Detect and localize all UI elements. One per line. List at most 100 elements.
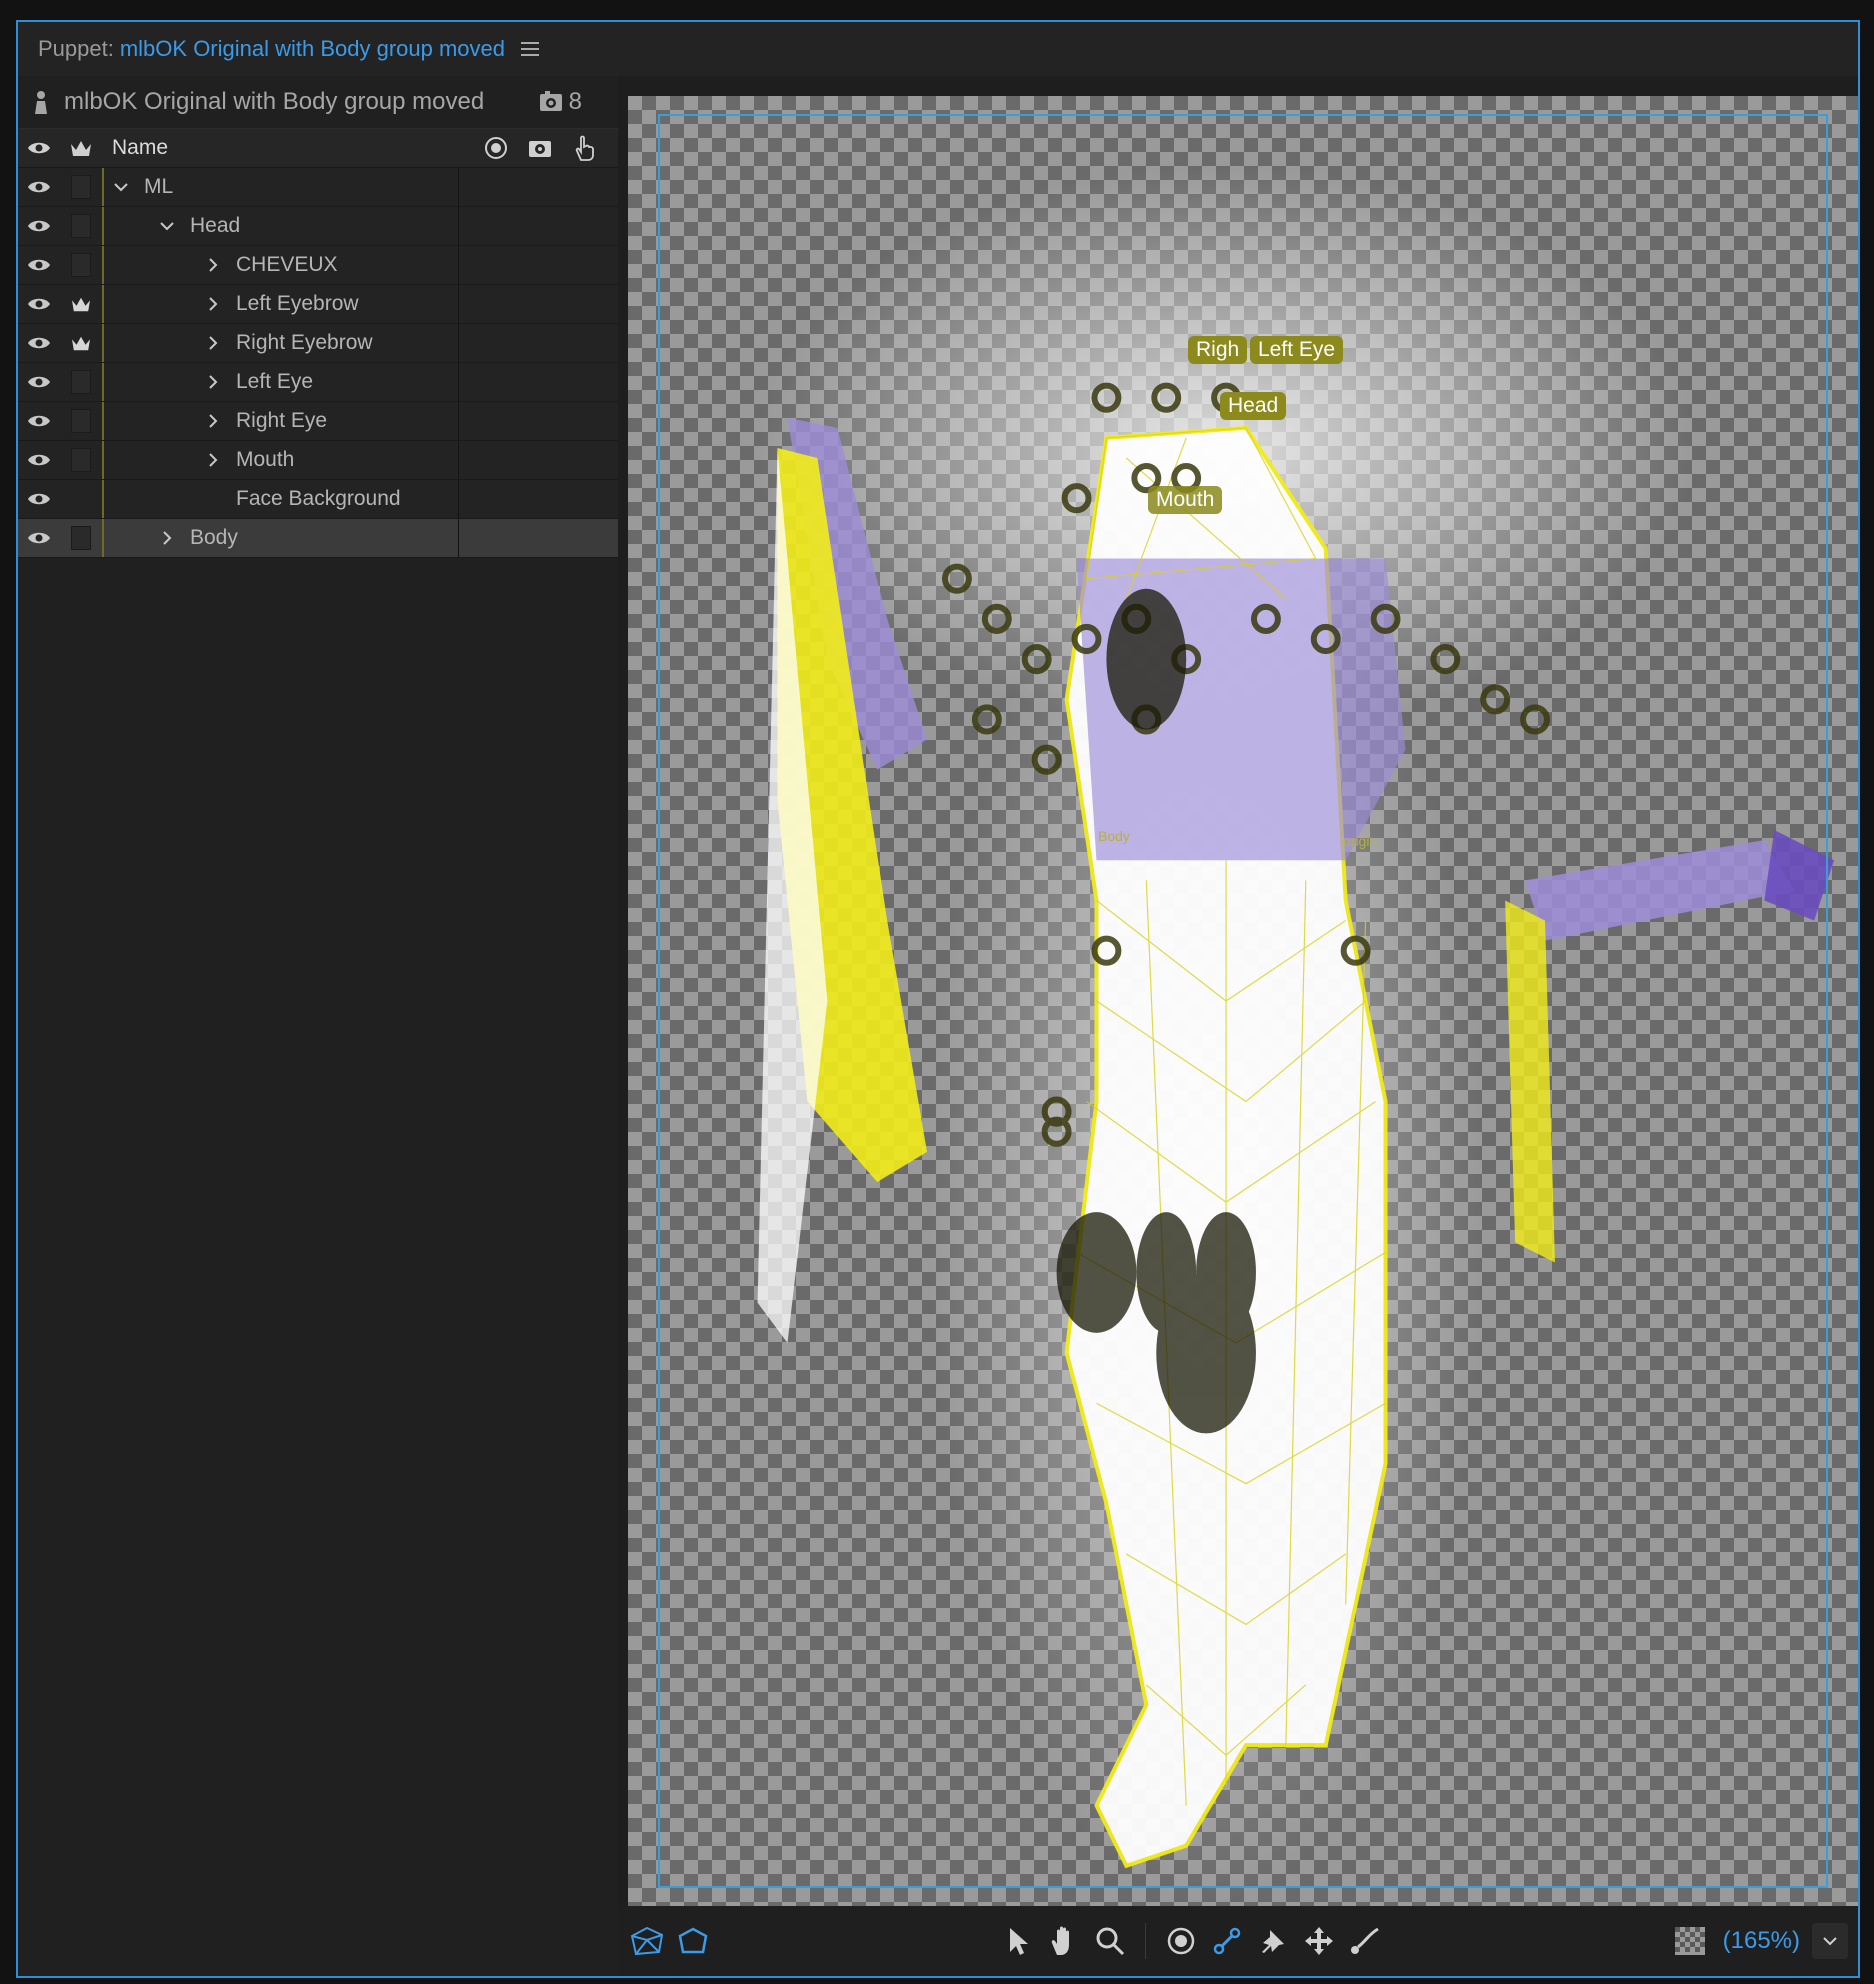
camera-input-icon[interactable]	[528, 137, 552, 159]
chevron-right-icon[interactable]	[206, 297, 220, 311]
layer-name-cell[interactable]: Left Eye	[102, 363, 458, 401]
chevron-right-icon[interactable]	[206, 414, 220, 428]
crown-icon	[71, 141, 91, 156]
arrow-cursor-icon	[1009, 1928, 1028, 1955]
scene-viewer: Righ Left Eye Head Mouth Body origin (16…	[618, 76, 1858, 1976]
zoom-dropdown[interactable]	[1812, 1923, 1848, 1959]
chevron-down-icon[interactable]	[114, 182, 128, 192]
select-tool[interactable]	[995, 1918, 1041, 1964]
puppet-canvas[interactable]: Righ Left Eye Head Mouth Body origin	[628, 96, 1858, 1906]
chevron-down-icon[interactable]	[160, 221, 174, 231]
hand-tool[interactable]	[1041, 1918, 1087, 1964]
layer-flags-cell[interactable]	[459, 363, 618, 401]
visibility-toggle[interactable]	[18, 413, 60, 429]
layer-label: Left Eyebrow	[236, 292, 359, 315]
layer-name-cell[interactable]: Right Eyebrow	[102, 324, 458, 362]
puppet-panel: Puppet: mlbOK Original with Body group m…	[16, 20, 1860, 1978]
pin-target-tool[interactable]	[1158, 1918, 1204, 1964]
visibility-toggle[interactable]	[18, 296, 60, 312]
chevron-right-icon[interactable]	[206, 453, 220, 467]
layer-flags-cell[interactable]	[459, 246, 618, 284]
layer-flags-cell[interactable]	[459, 324, 618, 362]
pushpin-icon	[1261, 1930, 1284, 1953]
layer-name-cell[interactable]: Right Eye	[102, 402, 458, 440]
eye-icon	[28, 337, 50, 349]
independent-toggle[interactable]	[60, 295, 102, 313]
layer-row[interactable]: Head	[18, 207, 618, 246]
crown-icon	[72, 336, 90, 351]
wireframe-mesh-icon	[630, 1926, 664, 1956]
eye-icon	[28, 298, 50, 310]
layer-flags-cell[interactable]	[459, 480, 618, 518]
layer-row[interactable]: Face Background	[18, 480, 618, 519]
crown-icon	[72, 297, 90, 312]
layer-row[interactable]: Left Eye	[18, 363, 618, 402]
layer-row[interactable]: Mouth	[18, 441, 618, 480]
independent-toggle[interactable]	[60, 253, 102, 277]
layer-name-cell[interactable]: Left Eyebrow	[102, 285, 458, 323]
panel-puppet-name[interactable]: mlbOK Original with Body group moved	[120, 36, 505, 62]
visibility-toggle[interactable]	[18, 218, 60, 234]
stick-tool[interactable]	[1204, 1918, 1250, 1964]
visibility-toggle[interactable]	[18, 530, 60, 546]
checkerboard-icon	[1674, 1927, 1705, 1955]
layer-row[interactable]: CHEVEUX	[18, 246, 618, 285]
layer-name-cell[interactable]: Mouth	[102, 441, 458, 479]
independent-toggle[interactable]	[60, 334, 102, 352]
independent-toggle[interactable]	[60, 409, 102, 433]
layer-flags-cell[interactable]	[459, 207, 618, 245]
chevron-right-icon[interactable]	[206, 258, 220, 272]
layer-label: Right Eye	[236, 409, 328, 432]
layer-flags-cell[interactable]	[459, 285, 618, 323]
independent-toggle[interactable]	[60, 448, 102, 472]
zoom-level[interactable]: (165%)	[1723, 1927, 1800, 1955]
zoom-tool[interactable]	[1087, 1918, 1133, 1964]
puppet-row[interactable]: mlbOK Original with Body group moved 8	[18, 76, 618, 128]
visibility-toggle[interactable]	[18, 179, 60, 195]
mesh-mode-tool[interactable]	[624, 1918, 670, 1964]
panel-menu-icon[interactable]	[521, 42, 540, 56]
layer-name-cell[interactable]: CHEVEUX	[102, 246, 458, 284]
transparency-grid-toggle[interactable]	[1667, 1918, 1713, 1964]
layer-flags-cell[interactable]	[459, 168, 618, 206]
layer-name-cell[interactable]: Head	[102, 207, 458, 245]
chevron-right-icon[interactable]	[206, 336, 220, 350]
pin-tool[interactable]	[1250, 1918, 1296, 1964]
layer-name-cell[interactable]: ML	[102, 168, 458, 206]
independent-column-icon[interactable]	[60, 138, 102, 158]
layer-flags-cell[interactable]	[459, 441, 618, 479]
layer-flags-cell[interactable]	[459, 402, 618, 440]
independent-toggle[interactable]	[60, 526, 102, 550]
visibility-toggle[interactable]	[18, 257, 60, 273]
record-target-icon[interactable]	[484, 136, 508, 160]
outline-mode-tool[interactable]	[670, 1918, 716, 1964]
puppet-figure-icon	[35, 91, 47, 114]
visibility-toggle[interactable]	[18, 452, 60, 468]
visibility-toggle[interactable]	[18, 491, 60, 507]
independent-toggle[interactable]	[60, 214, 102, 238]
layer-flags-cell[interactable]	[459, 519, 618, 557]
chevron-right-icon[interactable]	[160, 531, 174, 545]
chevron-right-icon[interactable]	[206, 375, 220, 389]
name-column-header[interactable]: Name	[102, 136, 484, 160]
independent-toggle[interactable]	[60, 175, 102, 199]
independent-toggle[interactable]	[60, 370, 102, 394]
layer-row[interactable]: Right Eyebrow	[18, 324, 618, 363]
layer-row[interactable]: ML	[18, 168, 618, 207]
layer-swatch	[71, 526, 91, 550]
eye-icon	[28, 220, 50, 232]
dragger-tool[interactable]	[1296, 1918, 1342, 1964]
visibility-column-icon[interactable]	[18, 140, 60, 156]
visibility-toggle[interactable]	[18, 335, 60, 351]
layer-label: Mouth	[236, 448, 295, 471]
bend-tool[interactable]	[1342, 1918, 1388, 1964]
eye-icon	[28, 181, 50, 193]
layer-name-cell[interactable]: Body	[102, 519, 458, 557]
layer-name-cell[interactable]: Face Background	[102, 480, 458, 518]
layer-row[interactable]: Body	[18, 519, 618, 558]
hand-touch-icon[interactable]	[572, 134, 596, 162]
visibility-toggle[interactable]	[18, 374, 60, 390]
layer-row[interactable]: Left Eyebrow	[18, 285, 618, 324]
panel-label: Puppet:	[38, 36, 114, 61]
layer-row[interactable]: Right Eye	[18, 402, 618, 441]
